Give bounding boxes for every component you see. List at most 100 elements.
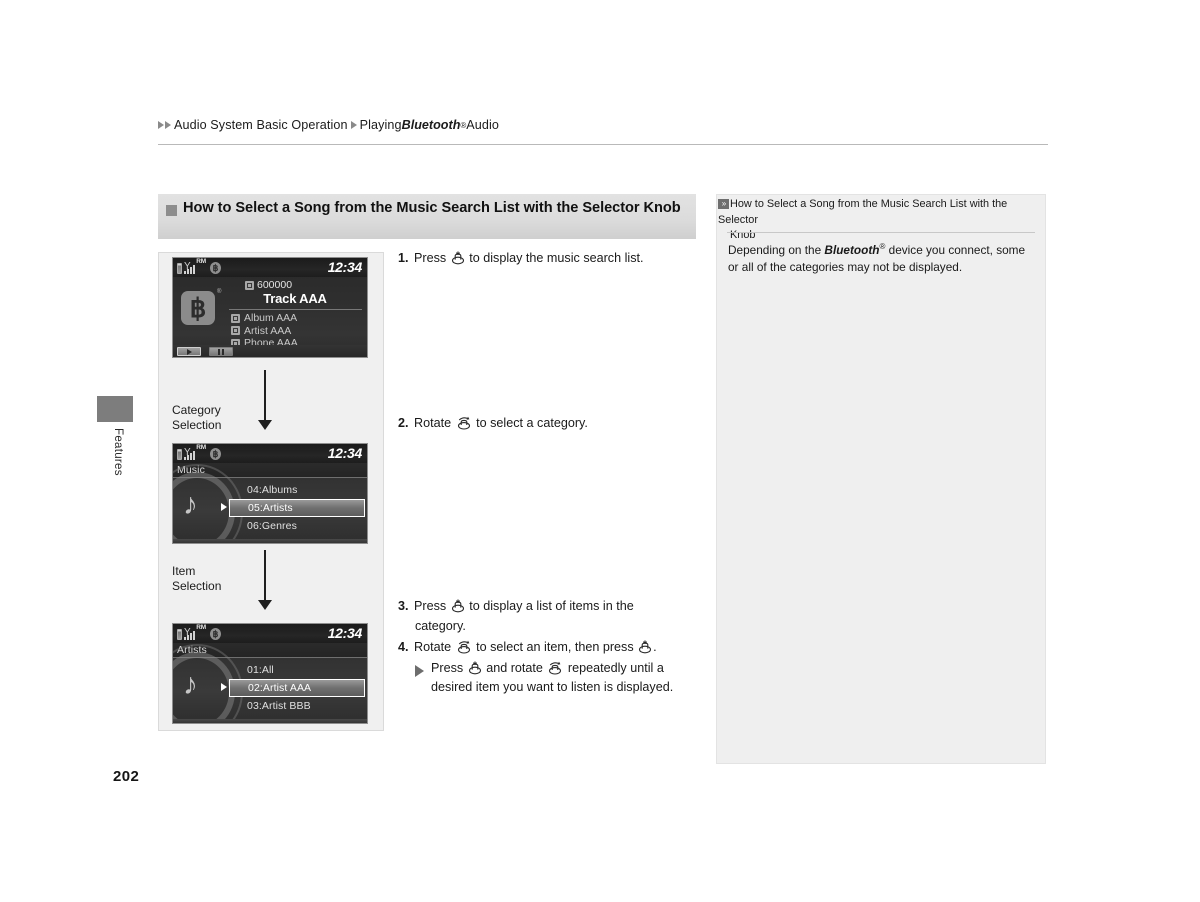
knob-press-icon [451,251,464,265]
clock: 12:34 [327,259,363,275]
music-note-icon: ♪ [183,488,198,521]
knob-rotate-icon [549,661,562,675]
step-3-text-b: to display a list of items in the [469,599,634,613]
antenna-icon: Υ [184,261,191,272]
substep-text-e: displayed. [616,680,674,694]
step-2-number: 2. [398,416,409,430]
bluetooth-icon: ฿ [210,628,221,640]
step-1-number: 1. [398,251,409,265]
step-4: 4. Rotate to select an item, then press … [398,638,698,698]
step-2-text-b: to select a category. [476,416,588,430]
step-1: 1. Press to display the music search lis… [398,249,698,269]
list-item-selected[interactable]: 02:Artist AAA [229,679,365,697]
track-divider [229,309,362,310]
side-tab-label-features: Features [112,428,124,476]
category-rows: 04:Albums 05:Artists 06:Genres [229,481,365,535]
substep-arrow-icon [415,664,424,677]
pause-icon [218,348,224,355]
bluetooth-icon: ฿ [210,448,221,460]
flow-arrow-down-icon-1 [258,370,272,432]
signal-bar-4 [193,451,195,460]
signal-bar-4 [193,265,195,274]
knob-press-icon [451,599,464,613]
breadcrumb-arrow-icon [158,121,164,129]
status-bar-2: Υ RM ฿ 12:34 [173,444,367,463]
page-title: How to Select a Song from the Music Sear… [183,200,681,216]
substep-text-c: repeatedly until a [567,660,664,675]
info-divider [727,232,1035,233]
step-4-text-c: . [653,640,657,654]
step-3: 3. Press to display a list of items in t… [398,597,688,636]
track-number-value: 600000 [257,279,293,291]
album-icon [231,313,240,323]
roaming-label: RM [196,624,206,631]
knob-press-icon [468,661,481,674]
step-4-number: 4. [398,640,409,654]
step-3-number: 3. [398,599,409,613]
status-icons-2: Υ RM ฿ [177,444,221,460]
double-chevron-icon: » [718,199,729,209]
album-name: Album AAA [244,312,298,324]
breadcrumb-item-playing-pre: Playing [359,118,402,132]
info-sidebar-panel [716,194,1046,764]
selection-caret-icon [221,683,227,691]
section-bullet-icon [166,205,177,216]
track-title: Track AAA [263,291,327,306]
flow-label-category-selection: Category Selection [172,403,222,432]
screen-artists-list: Υ RM ฿ 12:34 Artists ♪ 01:All 02:Artist … [172,623,368,724]
header-divider [158,144,1048,145]
pause-button[interactable] [209,347,233,356]
track-number-icon [245,280,254,290]
list-footer-bar [173,719,367,723]
bluetooth-icon: ฿ [210,262,221,274]
page-number: 202 [113,768,140,785]
breadcrumb-arrow-icon-2 [165,121,171,129]
now-playing-body: ฿ ® 600000 Track AAA Album AAA Artist AA… [173,277,367,357]
side-tab-marker [97,396,133,422]
antenna-icon: Υ [184,627,191,638]
knob-press-icon [639,640,652,654]
step-2-text-a: Rotate [414,416,452,430]
flow-arrow-down-icon-2 [258,550,272,612]
list-item-selected[interactable]: 05:Artists [229,499,365,517]
step-4-text-b: to select an item, then press [476,640,634,654]
status-bar: Υ RM ฿ 12:34 [173,258,367,277]
breadcrumb-item-bluetooth: Bluetooth [401,118,461,132]
breadcrumb: Audio System Basic Operation Playing Blu… [158,113,1048,137]
status-icons: Υ RM ฿ [177,258,221,274]
info-body-pre: Depending on the [728,242,825,257]
play-button[interactable] [177,347,201,356]
list-footer-bar [173,539,367,543]
step-4-text-a: Rotate [414,640,452,654]
list-item[interactable]: 03:Artist BBB [229,697,365,715]
metadata-row-artist: Artist AAA [231,325,298,338]
signal-bar-4 [193,631,195,640]
artist-rows: 01:All 02:Artist AAA 03:Artist BBB [229,661,365,715]
list-item[interactable]: 06:Genres [229,517,365,535]
battery-icon [177,263,182,274]
list-item[interactable]: 04:Albums [229,481,365,499]
selection-caret-icon [221,503,227,511]
substep-text-d: desired item you want to listen is [431,680,613,694]
breadcrumb-separator-icon [350,121,357,129]
screen-now-playing: Υ RM ฿ 12:34 ฿ ® 600000 Track AAA Album … [172,257,368,358]
clock: 12:34 [327,625,363,641]
roaming-label: RM [196,258,206,265]
info-title-line1: How to Select a Song from the Music Sear… [718,198,1008,226]
substep-text-b: and rotate [486,660,543,675]
artist-name: Artist AAA [244,324,292,337]
breadcrumb-item-audio-system[interactable]: Audio System Basic Operation [174,118,348,132]
play-icon [186,348,192,355]
list-item[interactable]: 01:All [229,661,365,679]
track-number: 600000 [245,279,292,291]
transport-bar [173,345,367,357]
music-note-icon: ♪ [183,668,198,701]
artist-icon [231,326,240,336]
status-bar-3: Υ RM ฿ 12:34 [173,624,367,643]
metadata-row-album: Album AAA [231,312,298,325]
roaming-label: RM [196,444,206,451]
step-1-text-b: to display the music search list. [469,251,644,265]
knob-rotate-icon [457,640,470,654]
battery-icon [177,629,182,640]
clock: 12:34 [327,445,363,461]
